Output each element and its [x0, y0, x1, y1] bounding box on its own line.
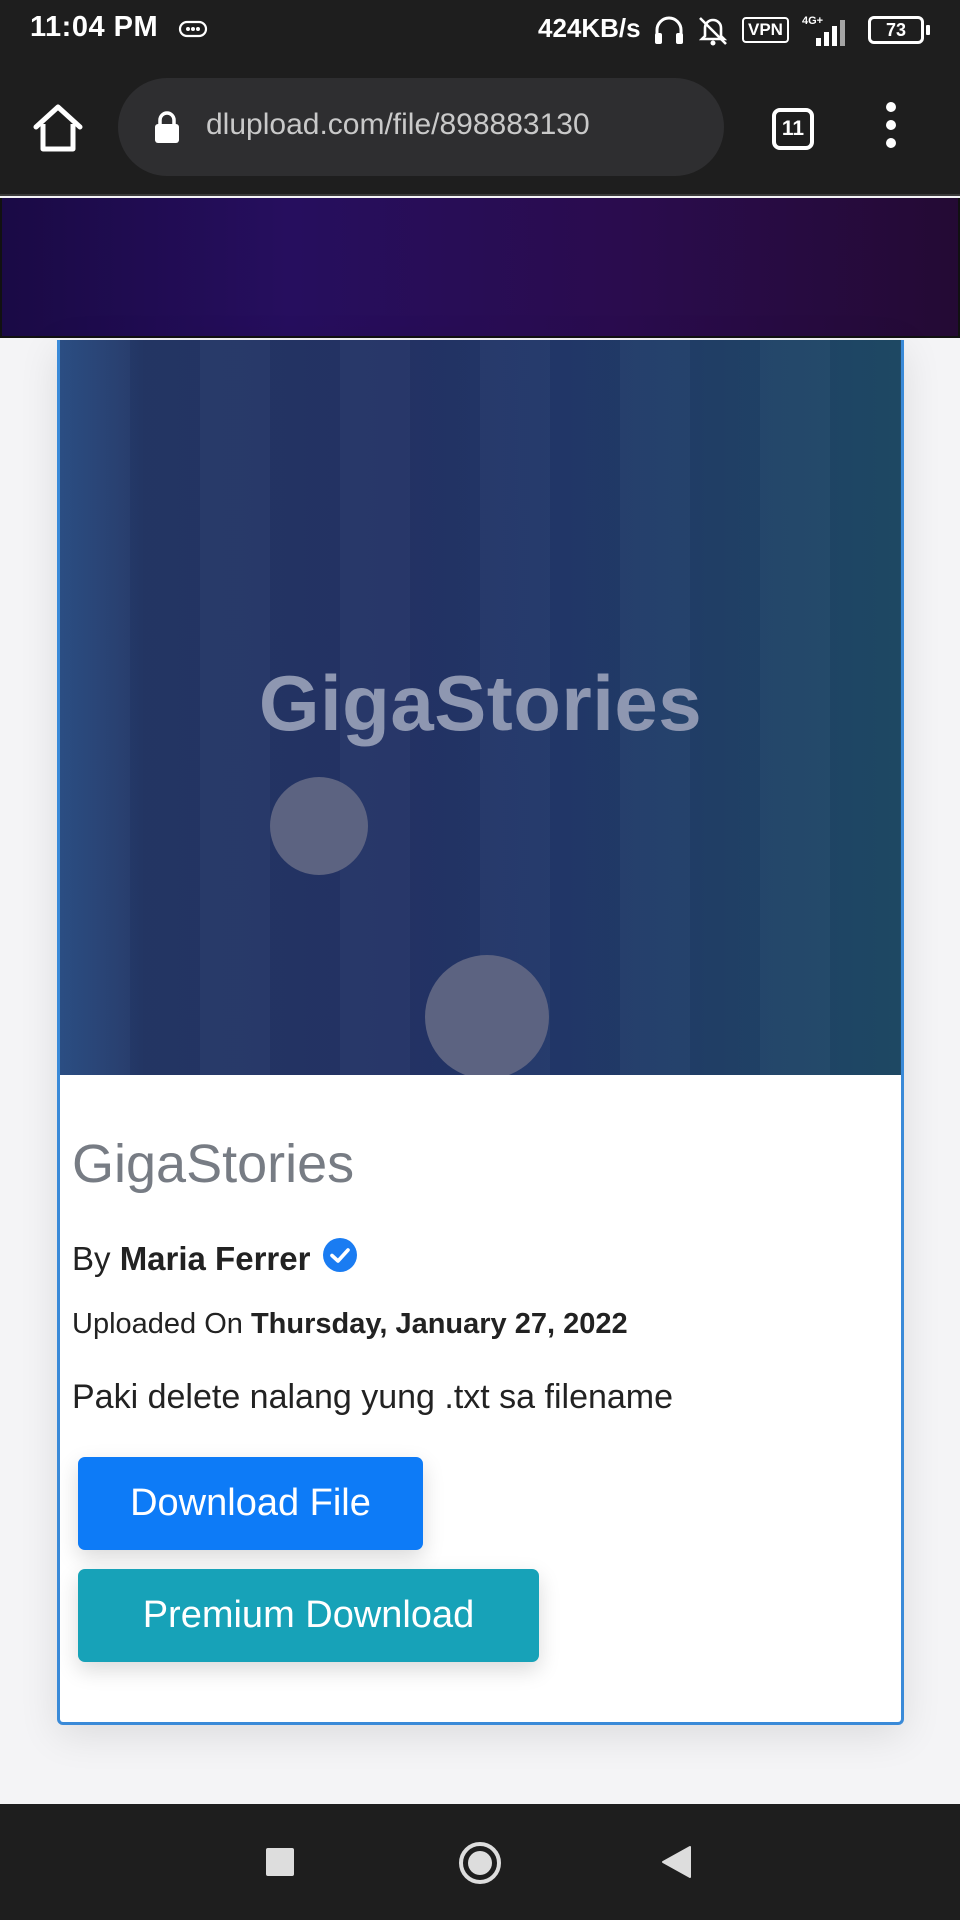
home-icon[interactable]	[30, 100, 86, 156]
top-banner	[0, 198, 960, 338]
url-text: dlupload.com/file/898883130	[206, 108, 590, 141]
author-line: By Maria Ferrer	[72, 1237, 358, 1278]
decorative-circle	[270, 777, 368, 875]
signal-icon: 4G+	[802, 15, 845, 46]
svg-text:4G+: 4G+	[802, 15, 823, 27]
browser-toolbar: dlupload.com/file/898883130 11	[0, 60, 960, 196]
decorative-circle	[425, 955, 549, 1075]
upload-date: Thursday, January 27, 2022	[250, 1308, 628, 1340]
back-icon[interactable]	[660, 1844, 692, 1880]
headphones-icon	[655, 16, 683, 44]
file-thumbnail: GigaStories	[60, 340, 901, 1075]
battery-icon: 73	[868, 16, 924, 44]
file-title: GigaStories	[72, 1134, 355, 1194]
tabs-button[interactable]: 11	[772, 108, 814, 150]
recents-icon[interactable]	[266, 1848, 294, 1876]
status-bar: 11:04 PM 424KB/s VPN 4G+ 73	[0, 0, 960, 60]
more-vert-icon[interactable]	[876, 102, 906, 156]
thumbnail-title: GigaStories	[258, 659, 703, 747]
premium-download-button[interactable]: Premium Download	[78, 1569, 539, 1662]
file-description: Paki delete nalang yung .txt sa filename	[72, 1378, 674, 1416]
verified-icon	[323, 1238, 358, 1272]
network-speed: 424KB/s	[538, 13, 641, 43]
upload-prefix: Uploaded On	[72, 1308, 243, 1340]
author-name[interactable]: Maria Ferrer	[120, 1240, 311, 1277]
mute-bell-icon	[698, 17, 728, 46]
battery-tip	[926, 25, 930, 35]
download-file-button[interactable]: Download File	[78, 1457, 423, 1550]
lock-icon	[155, 111, 179, 143]
author-prefix: By	[72, 1240, 111, 1277]
screen-record-icon	[178, 20, 208, 38]
status-time: 11:04 PM	[30, 11, 159, 43]
upload-date-line: Uploaded On Thursday, January 27, 2022	[72, 1308, 628, 1341]
home-circle-icon[interactable]	[457, 1840, 503, 1886]
file-card: GigaStories GigaStories By Maria Ferrer …	[57, 340, 904, 1725]
address-bar[interactable]: dlupload.com/file/898883130	[118, 78, 724, 176]
vpn-badge: VPN	[742, 17, 789, 43]
system-nav-bar	[0, 1804, 960, 1920]
